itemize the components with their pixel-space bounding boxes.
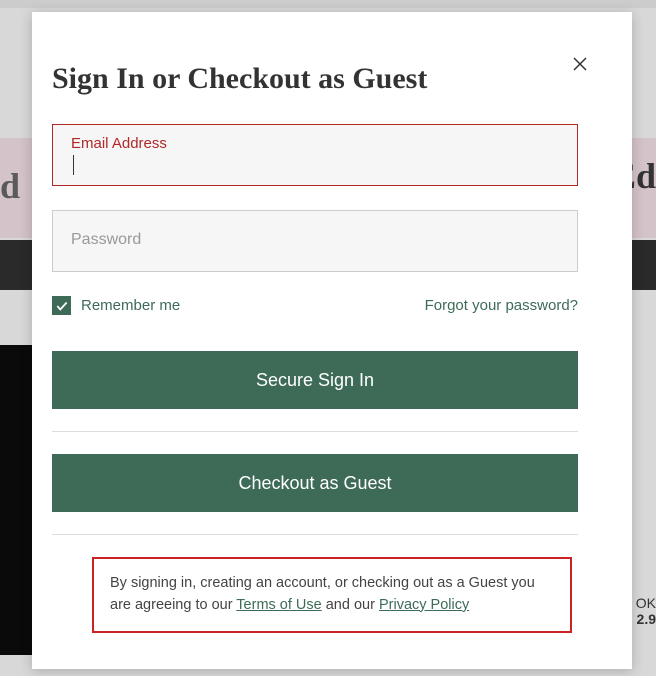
password-field-wrapper[interactable]: Password: [52, 210, 578, 272]
remember-label: Remember me: [81, 297, 180, 314]
checkmark-icon: [55, 299, 69, 313]
divider: [52, 431, 578, 432]
signin-modal: Sign In or Checkout as Guest Email Addre…: [32, 12, 632, 669]
terms-link[interactable]: Terms of Use: [236, 597, 321, 613]
close-icon: [571, 55, 589, 73]
forgot-password-link[interactable]: Forgot your password?: [425, 297, 578, 314]
bg-price-fragment: OK 2.9: [636, 595, 656, 627]
privacy-link[interactable]: Privacy Policy: [379, 597, 469, 613]
signin-button[interactable]: Secure Sign In: [52, 351, 578, 409]
password-input[interactable]: [71, 231, 559, 249]
guest-checkout-button[interactable]: Checkout as Guest: [52, 454, 578, 512]
bg-text-fragment: d: [0, 165, 20, 207]
email-field-wrapper[interactable]: Email Address: [52, 124, 578, 186]
close-button[interactable]: [568, 52, 592, 76]
remember-me[interactable]: Remember me: [52, 296, 180, 315]
email-input[interactable]: [71, 157, 559, 175]
bg-stripe: [0, 0, 656, 8]
email-label: Email Address: [71, 135, 167, 152]
legal-text: and our: [322, 597, 379, 613]
remember-checkbox[interactable]: [52, 296, 71, 315]
legal-agreement-box: By signing in, creating an account, or c…: [92, 557, 572, 633]
modal-title: Sign In or Checkout as Guest: [52, 62, 578, 96]
divider: [52, 534, 578, 535]
